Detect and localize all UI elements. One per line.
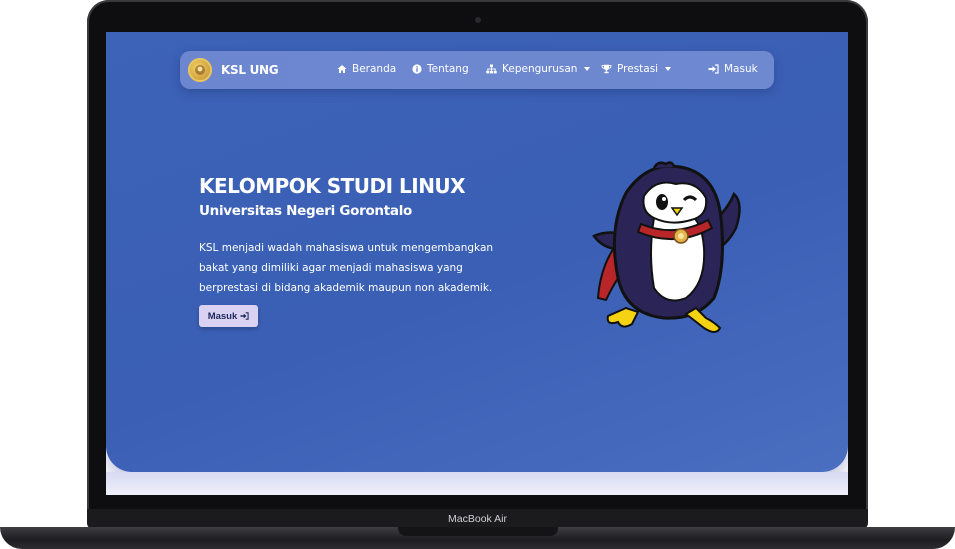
hero-subtitle: Universitas Negeri Gorontalo — [199, 203, 412, 219]
chevron-down-icon — [584, 67, 591, 71]
nav-masuk-label: Masuk — [724, 63, 758, 75]
sitemap-icon — [486, 64, 497, 74]
nav-beranda[interactable]: Beranda — [337, 63, 396, 75]
nav-kepengurusan[interactable]: Kepengurusan — [486, 63, 591, 75]
info-circle-icon — [412, 64, 422, 74]
masuk-button-label: Masuk — [207, 310, 238, 322]
camera — [475, 17, 481, 23]
navbar: KSL UNG Beranda Tentang Kepengurusan Pre… — [180, 51, 774, 89]
chevron-down-icon — [665, 67, 672, 71]
laptop-hinge-notch — [398, 527, 558, 536]
hero-description: KSL menjadi wadah mahasiswa untuk mengem… — [199, 242, 494, 294]
sign-in-icon — [708, 64, 719, 74]
sign-in-icon — [240, 312, 249, 320]
penguin-mascot-image — [592, 161, 741, 333]
nav-masuk[interactable]: Masuk — [708, 63, 758, 75]
screen: KSL UNG Beranda Tentang Kepengurusan Pre… — [106, 32, 848, 495]
nav-beranda-label: Beranda — [352, 63, 397, 75]
trophy-icon — [601, 64, 612, 74]
hero-section: KSL UNG Beranda Tentang Kepengurusan Pre… — [106, 32, 848, 472]
logo-icon — [188, 58, 212, 82]
nav-tentang[interactable]: Tentang — [412, 63, 469, 75]
brand[interactable]: KSL UNG — [188, 58, 279, 82]
hero-bottom-shadow — [106, 472, 848, 495]
nav-kepengurusan-label: Kepengurusan — [502, 63, 578, 75]
nav-tentang-label: Tentang — [427, 63, 469, 75]
device-label: MacBook Air — [448, 513, 507, 525]
home-icon — [337, 65, 347, 73]
brand-name: KSL UNG — [221, 63, 279, 77]
masuk-button[interactable]: Masuk — [199, 305, 258, 327]
nav-prestasi[interactable]: Prestasi — [601, 63, 672, 75]
hero-title: KELOMPOK STUDI LINUX — [199, 174, 466, 198]
nav-prestasi-label: Prestasi — [617, 63, 659, 75]
